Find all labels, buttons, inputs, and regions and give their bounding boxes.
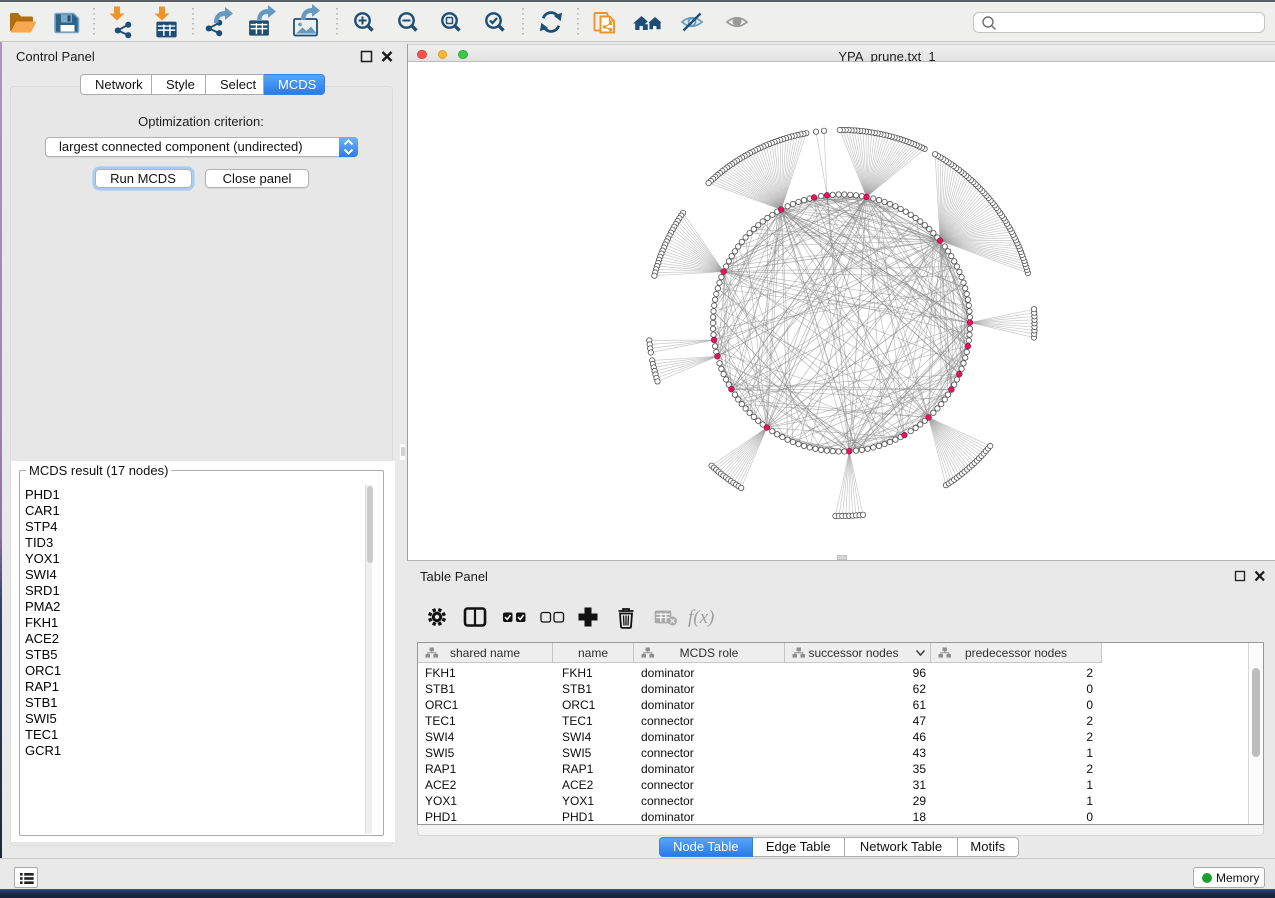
svg-text:f(x): f(x) <box>688 607 714 628</box>
